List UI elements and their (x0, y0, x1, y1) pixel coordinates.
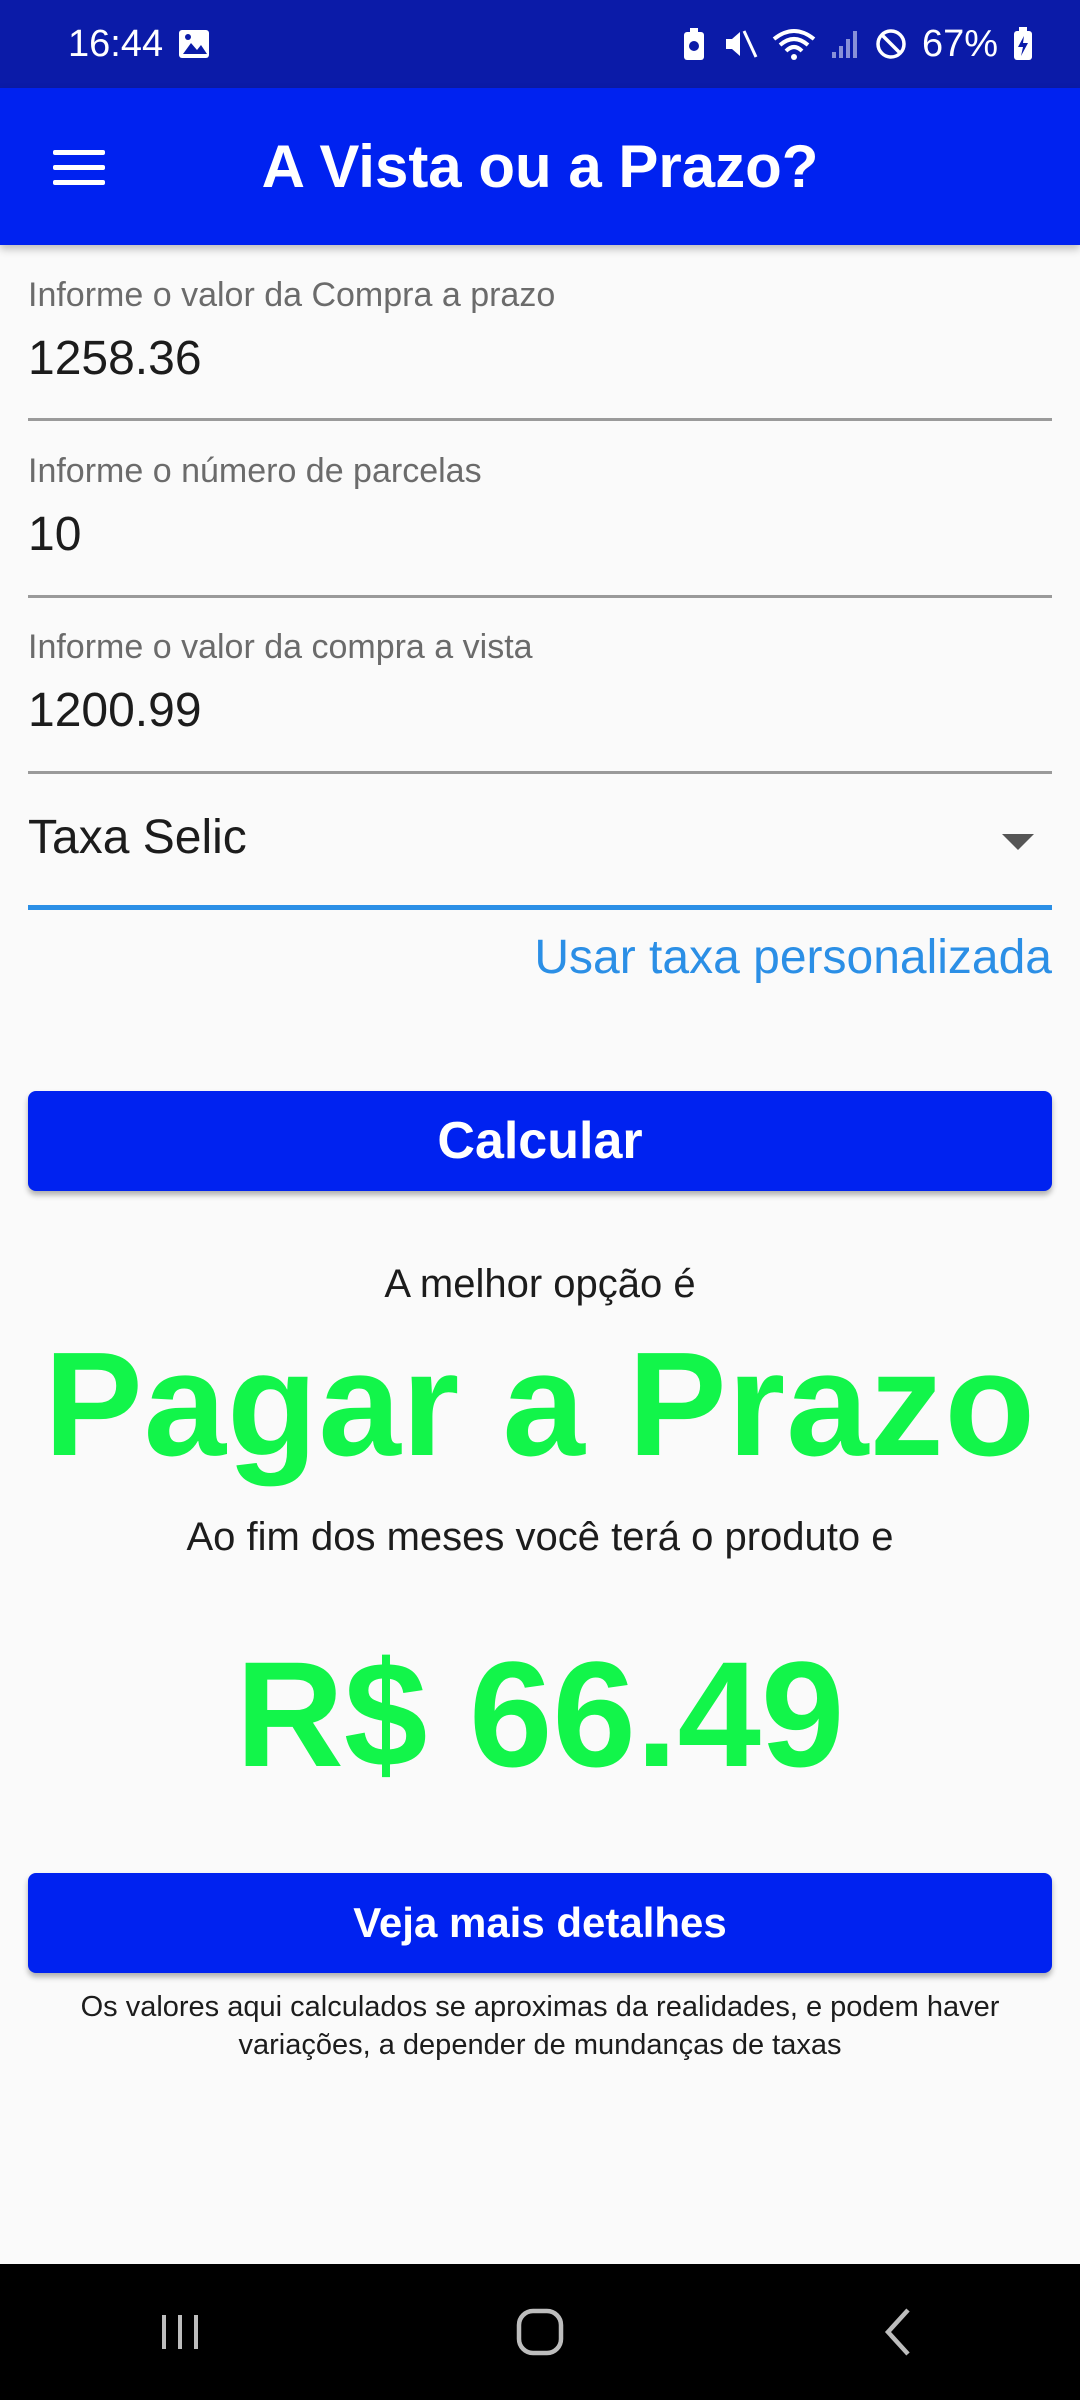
app-title: A Vista ou a Prazo? (261, 133, 819, 200)
rate-dropdown[interactable]: Taxa Selic (28, 790, 1052, 910)
app-bar: A Vista ou a Prazo? (0, 88, 1080, 245)
do-not-disturb-icon (874, 27, 908, 61)
details-button[interactable]: Veja mais detalhes (28, 1873, 1052, 1973)
home-icon (516, 2308, 564, 2356)
installment-total-field[interactable]: Informe o valor da Compra a prazo 1258.3… (28, 276, 1052, 386)
installments-field[interactable]: Informe o número de parcelas 10 (28, 452, 1052, 562)
wifi-icon (772, 27, 816, 61)
cash-price-field[interactable]: Informe o valor da compra a vista 1200.9… (28, 628, 1052, 738)
back-icon (884, 2308, 910, 2356)
cash-price-label: Informe o valor da compra a vista (28, 628, 533, 666)
status-time: 16:44 (68, 22, 164, 65)
result-option: Pagar a Prazo (44, 1322, 1036, 1487)
app-screen: 16:44 67% A Vista ou a Prazo? Informe o … (0, 0, 1080, 2400)
cash-price-input[interactable]: 1200.99 (28, 683, 1052, 738)
installments-label: Informe o número de parcelas (28, 452, 482, 490)
disclaimer-text: Os valores aqui calculados se aproximas … (80, 1991, 1000, 2061)
cash-price-underline (28, 771, 1052, 774)
recent-apps-button[interactable] (120, 2292, 240, 2372)
custom-rate-link[interactable]: Usar taxa personalizada (534, 930, 1052, 985)
installment-total-label: Informe o valor da Compra a prazo (28, 276, 556, 314)
status-bar: 16:44 67% (0, 0, 1080, 88)
installments-underline (28, 595, 1052, 598)
result-intro: A melhor opção é (384, 1262, 696, 1306)
status-left: 16:44 (68, 23, 211, 66)
calculate-button[interactable]: Calcular (28, 1091, 1052, 1191)
menu-icon[interactable] (40, 128, 118, 206)
status-right: 67% (680, 23, 1034, 66)
rate-dropdown-value: Taxa Selic (28, 811, 247, 864)
home-button[interactable] (480, 2292, 600, 2372)
rate-dropdown-underline (28, 905, 1052, 910)
back-button[interactable] (840, 2292, 960, 2372)
installments-input[interactable]: 10 (28, 507, 1052, 562)
system-nav-bar (0, 2264, 1080, 2400)
battery-icon (1012, 26, 1034, 62)
image-icon (177, 27, 211, 61)
installment-total-underline (28, 418, 1052, 421)
recent-apps-icon (162, 2315, 198, 2349)
result-subtitle: Ao fim dos meses você terá o produto e (186, 1515, 894, 1559)
installment-total-input[interactable]: 1258.36 (28, 331, 1052, 386)
mute-icon (722, 27, 758, 61)
battery-saver-icon (680, 26, 708, 62)
chevron-down-icon[interactable] (1002, 834, 1034, 850)
signal-icon (830, 28, 860, 60)
result-amount: R$ 66.49 (235, 1630, 845, 1798)
battery-percent: 67% (921, 22, 998, 65)
